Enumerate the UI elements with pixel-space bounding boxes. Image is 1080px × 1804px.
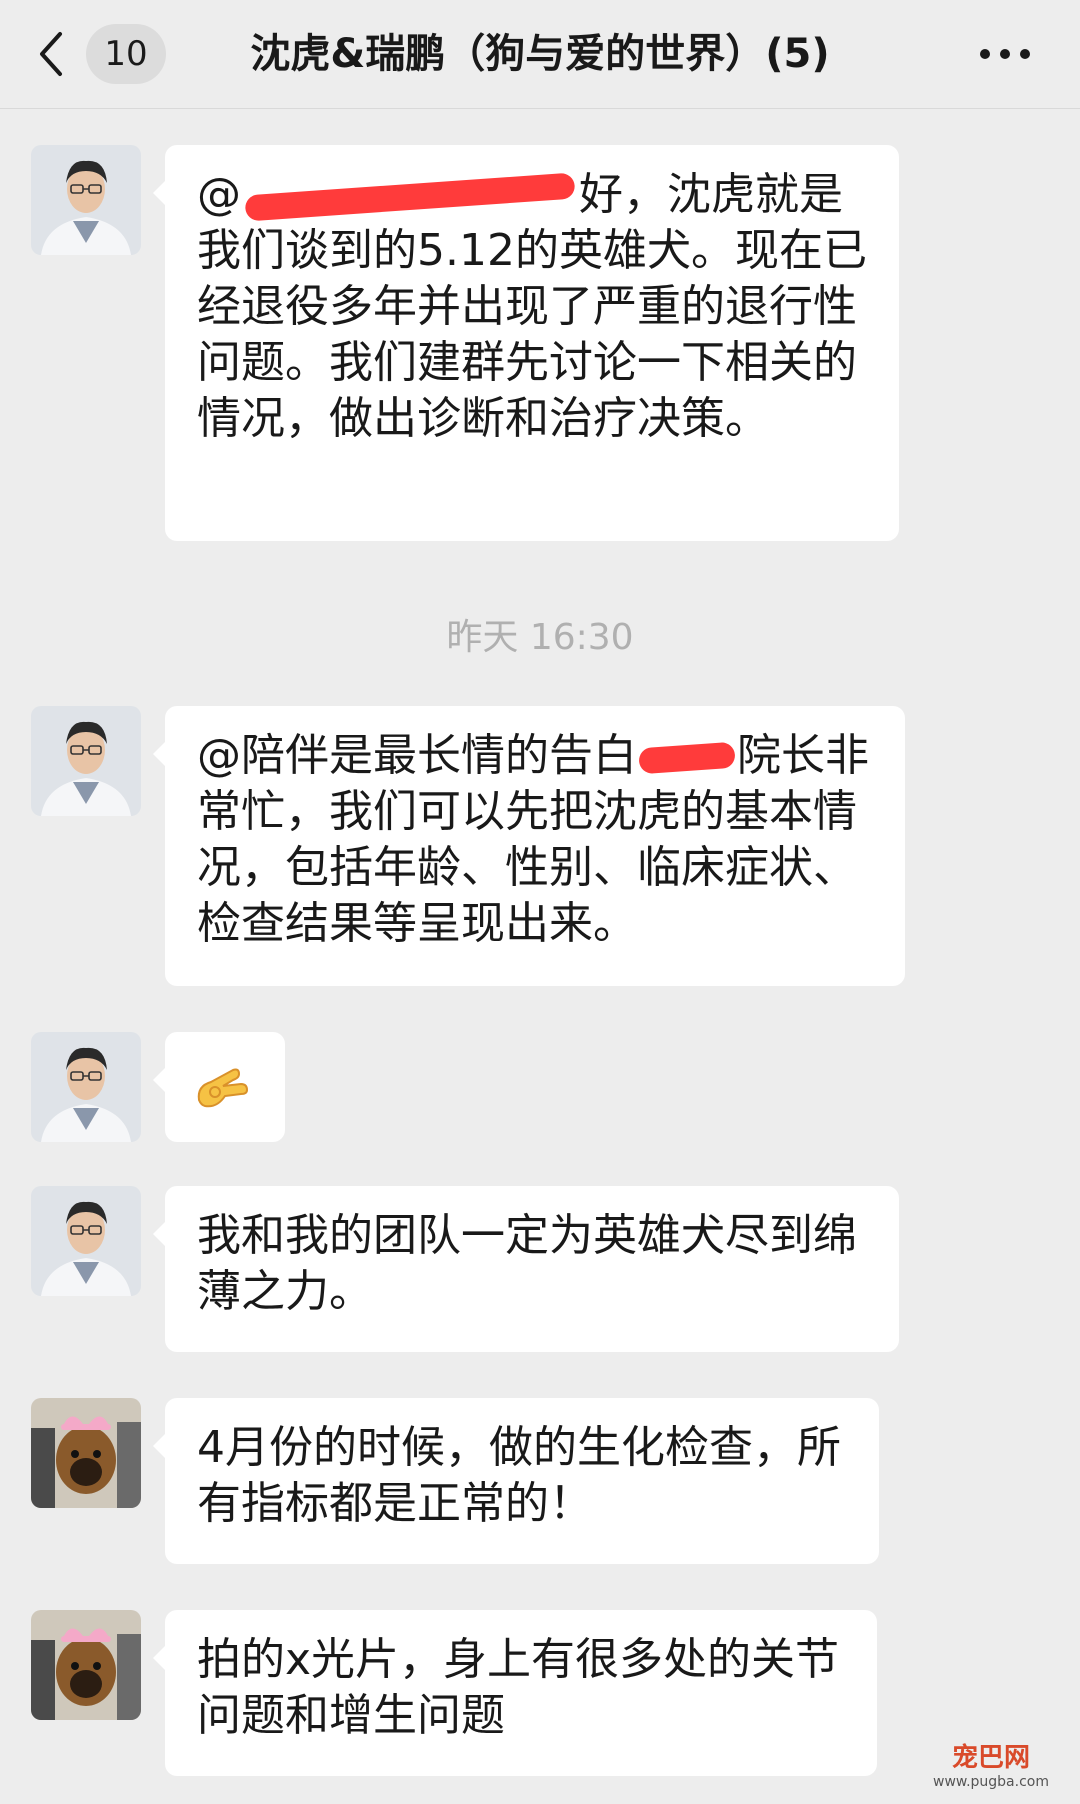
redaction-mark xyxy=(244,172,576,222)
doctor-avatar[interactable] xyxy=(31,1186,141,1296)
message-text: 拍的x光片，身上有很多处的关节问题和增生问题 xyxy=(197,1634,840,1741)
message-bubble[interactable] xyxy=(153,1032,285,1142)
more-dots-icon[interactable] xyxy=(970,30,1040,78)
message-bubble[interactable]: @陪伴是最长情的告白 院长非常忙，我们可以先把沈虎的基本情况，包括年龄、性别、临床… xyxy=(153,706,905,986)
redaction-mark xyxy=(638,741,736,775)
message-text: 我和我的团队一定为英雄犬尽到绵薄之力。 xyxy=(197,1210,857,1317)
dog-avatar[interactable] xyxy=(31,1398,141,1508)
unread-count-badge: 10 xyxy=(86,24,166,84)
watermark-url: www.pugba.com xyxy=(933,1774,1049,1790)
dog-avatar[interactable] xyxy=(31,1610,141,1720)
message-bubble[interactable]: 拍的x光片，身上有很多处的关节问题和增生问题 xyxy=(153,1610,877,1776)
mention-prefix: @ xyxy=(197,169,241,220)
message-bubble[interactable]: 我和我的团队一定为英雄犬尽到绵薄之力。 xyxy=(153,1186,899,1352)
chevron-left-icon xyxy=(30,26,70,82)
message-bubble[interactable]: 4月份的时候，做的生化检查，所有指标都是正常的！ xyxy=(153,1398,879,1564)
doctor-avatar[interactable] xyxy=(31,1032,141,1142)
watermark-name: 宠巴网 xyxy=(951,1743,1030,1773)
chat-title: 沈虎&瑞鹏（狗与爱的世界）(5) xyxy=(250,31,830,77)
doctor-avatar[interactable] xyxy=(31,706,141,816)
back-button[interactable]: 10 xyxy=(30,22,170,86)
timestamp-divider: 昨天 16:30 xyxy=(446,617,634,658)
chat-header: 10 沈虎&瑞鹏（狗与爱的世界）(5) xyxy=(0,0,1080,109)
message-text: 4月份的时候，做的生化检查，所有指标都是正常的！ xyxy=(197,1422,841,1529)
doctor-avatar[interactable] xyxy=(31,145,141,255)
message-bubble[interactable]: @ 好，沈虎就是我们谈到的5.12的英雄犬。现在已经退役多年并出现了严重的退行性问… xyxy=(153,145,899,541)
site-watermark: 宠巴网 www.pugba.com xyxy=(916,1737,1066,1790)
ok-hand-emoji xyxy=(193,1068,253,1127)
mention-prefix: @陪伴是最长情的告白 xyxy=(197,730,637,781)
